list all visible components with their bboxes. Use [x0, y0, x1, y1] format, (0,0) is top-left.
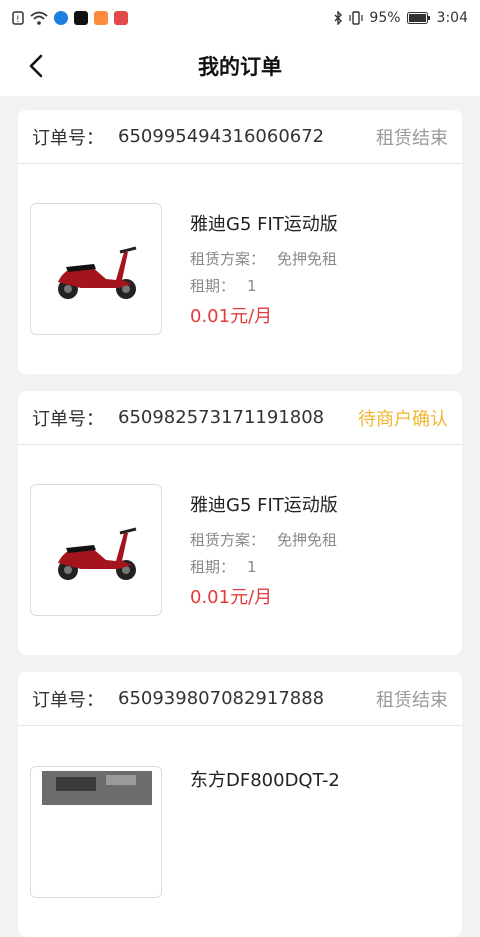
- product-info: 雅迪G5 FIT运动版 租赁方案： 免押免租 租期： 1 0.01元/月: [190, 491, 338, 609]
- rental-plan: 租赁方案： 免押免租: [190, 531, 338, 549]
- order-card[interactable]: 订单号： 650939807082917888 租赁结束 东方DF800DQT-…: [18, 672, 462, 937]
- product-image: [30, 484, 162, 616]
- red-app-icon: [114, 11, 128, 25]
- rental-term: 租期： 1: [190, 558, 257, 576]
- order-card[interactable]: 订单号： 650995494316060672 租赁结束 雅迪G5 FIT运动版…: [18, 110, 462, 374]
- rental-plan: 租赁方案： 免押免租: [190, 250, 338, 268]
- vibrate-icon: [349, 11, 364, 25]
- order-number: 650939807082917888: [118, 688, 325, 709]
- order-status: 租赁结束: [376, 127, 448, 149]
- order-header: 订单号： 650939807082917888 租赁结束: [18, 672, 462, 726]
- status-bar-left: !: [12, 11, 128, 25]
- page-title: 我的订单: [198, 55, 282, 79]
- order-status: 租赁结束: [376, 689, 448, 711]
- order-no-label: 订单号：: [32, 689, 104, 711]
- status-bar-right: 95% 3:04: [333, 10, 468, 26]
- order-number: 650995494316060672: [118, 126, 325, 147]
- nav-bar: 我的订单: [0, 36, 480, 96]
- scooter-icon: [58, 246, 137, 299]
- status-bar: ! 95% 3:04: [0, 0, 480, 36]
- product-info: 雅迪G5 FIT运动版 租赁方案： 免押免租 租期： 1 0.01元/月: [190, 210, 338, 328]
- browser-app-icon: [54, 11, 68, 25]
- order-card[interactable]: 订单号： 650982573171191808 待商户确认 雅迪G5 FIT运动…: [18, 391, 462, 655]
- order-header: 订单号： 650982573171191808 待商户确认: [18, 391, 462, 445]
- order-body: 雅迪G5 FIT运动版 租赁方案： 免押免租 租期： 1 0.01元/月: [18, 164, 462, 374]
- order-no-label: 订单号：: [32, 127, 104, 149]
- product-info: 东方DF800DQT-2: [190, 766, 340, 804]
- order-no-label: 订单号：: [32, 408, 104, 430]
- bluetooth-icon: [334, 11, 343, 25]
- order-status: 待商户确认: [358, 408, 448, 430]
- rental-term: 租期： 1: [190, 277, 257, 295]
- order-header: 订单号： 650995494316060672 租赁结束: [18, 110, 462, 164]
- svg-text:!: !: [16, 15, 20, 25]
- product-name: 雅迪G5 FIT运动版: [190, 214, 338, 235]
- order-list: 订单号： 650995494316060672 租赁结束 雅迪G5 FIT运动版…: [0, 96, 480, 937]
- product-name: 东方DF800DQT-2: [190, 770, 340, 791]
- scooter-icon: [58, 527, 137, 580]
- battery-icon: [406, 12, 430, 24]
- sim-icon: !: [12, 11, 24, 25]
- order-body: 雅迪G5 FIT运动版 租赁方案： 免押免租 租期： 1 0.01元/月: [18, 445, 462, 655]
- product-name: 雅迪G5 FIT运动版: [190, 495, 338, 516]
- product-image: [30, 766, 162, 898]
- order-number: 650982573171191808: [118, 407, 325, 428]
- clock: 3:04: [436, 10, 468, 26]
- tiktok-app-icon: [74, 11, 88, 25]
- product-image: [30, 203, 162, 335]
- battery-percent: 95%: [369, 10, 401, 26]
- product-price: 0.01元/月: [190, 306, 273, 327]
- product-price: 0.01元/月: [190, 587, 273, 608]
- order-body: 东方DF800DQT-2: [18, 726, 462, 937]
- chevron-left-icon: [29, 54, 43, 78]
- back-button[interactable]: [22, 52, 50, 80]
- motorcycle-icon: [42, 771, 152, 805]
- wifi-icon: [30, 11, 48, 25]
- game-app-icon: [94, 11, 108, 25]
